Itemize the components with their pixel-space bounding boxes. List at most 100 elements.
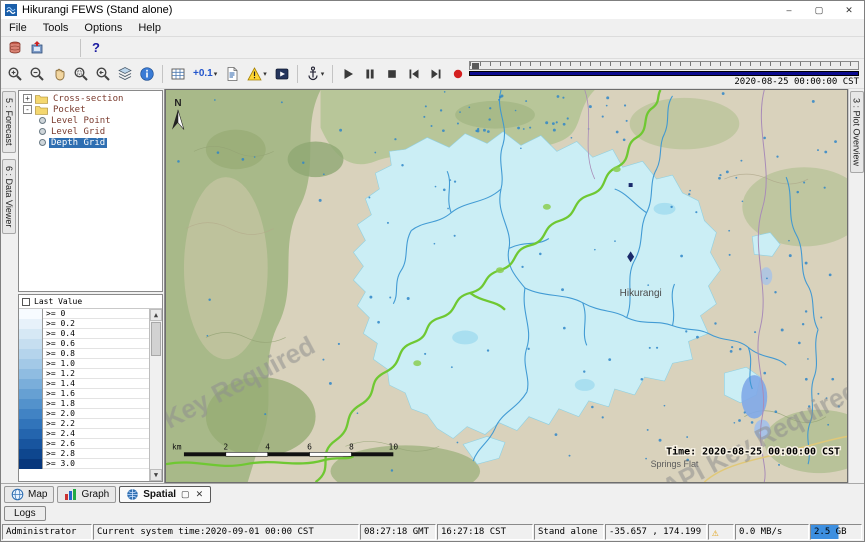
menu-tools[interactable]: Tools bbox=[35, 20, 77, 36]
tree-expander-icon[interactable]: + bbox=[23, 94, 32, 103]
tree-expander-icon[interactable]: - bbox=[23, 105, 32, 114]
folder-icon bbox=[35, 105, 48, 115]
threshold-dropdown[interactable]: +0.1 ▾ bbox=[189, 64, 221, 84]
legend-item[interactable]: >= 0.2 bbox=[19, 319, 149, 329]
legend-swatch bbox=[19, 369, 43, 379]
stop-button[interactable] bbox=[381, 64, 403, 84]
legend-label: >= 2.4 bbox=[43, 429, 75, 438]
timeline-slider[interactable] bbox=[469, 61, 859, 70]
status-alert[interactable]: ⚠ bbox=[708, 524, 734, 540]
legend-label: >= 0.6 bbox=[43, 339, 75, 348]
timeline-thumb[interactable] bbox=[472, 63, 479, 69]
legend-item[interactable]: >= 0.6 bbox=[19, 339, 149, 349]
scale-tick-label: 8 bbox=[349, 442, 354, 451]
grid-icon bbox=[170, 66, 186, 82]
legend-item[interactable]: >= 2.4 bbox=[19, 429, 149, 439]
legend-scrollbar[interactable]: ▲ ▼ bbox=[149, 309, 162, 481]
globe-icon bbox=[11, 488, 24, 501]
legend-header-label: Last Value bbox=[34, 297, 82, 306]
view-tab-label: Map bbox=[28, 489, 47, 500]
side-tab-5-forecast[interactable]: 5 : Forecast bbox=[2, 91, 16, 153]
pan-button[interactable] bbox=[48, 64, 70, 84]
help-button[interactable]: ? bbox=[85, 38, 107, 58]
info-button[interactable] bbox=[136, 64, 158, 84]
legend-item[interactable]: >= 0.8 bbox=[19, 349, 149, 359]
legend-item[interactable]: >= 2.8 bbox=[19, 449, 149, 459]
timeline-range-bar[interactable] bbox=[469, 71, 859, 76]
side-tab-3-plot-overview[interactable]: 3 : Plot Overview bbox=[850, 91, 864, 173]
legend-item[interactable]: >= 1.2 bbox=[19, 369, 149, 379]
first-frame-button[interactable] bbox=[403, 64, 425, 84]
close-view-icon[interactable]: ✕ bbox=[195, 489, 205, 500]
record-button[interactable] bbox=[447, 64, 469, 84]
view-tab-bar: MapGraphSpatial▢✕ bbox=[1, 483, 864, 504]
legend-swatch bbox=[19, 419, 43, 429]
zoom-box-button[interactable] bbox=[70, 64, 92, 84]
legend-item[interactable]: >= 2.0 bbox=[19, 409, 149, 419]
last-value-checkbox[interactable] bbox=[22, 298, 30, 306]
legend-item[interactable]: >= 1.0 bbox=[19, 359, 149, 369]
scale-tick-label: 6 bbox=[307, 442, 312, 451]
layers-button[interactable] bbox=[114, 64, 136, 84]
legend-list: >= 0>= 0.2>= 0.4>= 0.6>= 0.8>= 1.0>= 1.2… bbox=[19, 309, 149, 481]
legend-item[interactable]: >= 1.6 bbox=[19, 389, 149, 399]
status-mode: Stand alone bbox=[534, 524, 604, 540]
pause-button[interactable] bbox=[359, 64, 381, 84]
map-toolbar: +0.1 ▾ ▾ bbox=[1, 59, 864, 89]
zoom-box-icon bbox=[73, 66, 89, 82]
zoom-previous-button[interactable] bbox=[92, 64, 114, 84]
legend-label: >= 2.6 bbox=[43, 439, 75, 448]
maximize-icon[interactable]: ▢ bbox=[804, 1, 834, 19]
close-icon[interactable]: ✕ bbox=[834, 1, 864, 19]
warning-dropdown[interactable]: ▾ bbox=[243, 64, 271, 84]
play-button[interactable] bbox=[337, 64, 359, 84]
restore-view-icon[interactable]: ▢ bbox=[180, 489, 191, 500]
map-viewport[interactable]: Hikurangi Springs Flat API Key Required … bbox=[165, 89, 848, 483]
status-bar: AdministratorCurrent system time:2020-09… bbox=[1, 523, 864, 541]
logs-row: Logs bbox=[1, 504, 864, 523]
zoom-out-button[interactable] bbox=[26, 64, 48, 84]
grid-display-button[interactable] bbox=[167, 64, 189, 84]
legend-item[interactable]: >= 1.8 bbox=[19, 399, 149, 409]
legend-item[interactable]: >= 0.4 bbox=[19, 329, 149, 339]
zoom-in-button[interactable] bbox=[4, 64, 26, 84]
legend-label: >= 2.8 bbox=[43, 449, 75, 458]
side-tab-6-data-viewer[interactable]: 6 : Data Viewer bbox=[2, 159, 16, 234]
menu-options[interactable]: Options bbox=[76, 20, 130, 36]
window-title: Hikurangi FEWS (Stand alone) bbox=[22, 4, 172, 16]
tree-item-pocket[interactable]: -Pocket bbox=[19, 104, 162, 115]
legend-item[interactable]: >= 2.2 bbox=[19, 419, 149, 429]
menu-help[interactable]: Help bbox=[130, 20, 169, 36]
scroll-down-icon[interactable]: ▼ bbox=[150, 469, 162, 481]
report-button[interactable] bbox=[221, 64, 243, 84]
zoom-out-icon bbox=[29, 66, 45, 82]
title-bar[interactable]: Hikurangi FEWS (Stand alone) – ▢ ✕ bbox=[1, 1, 864, 19]
legend-item[interactable]: >= 0 bbox=[19, 309, 149, 319]
minimize-icon[interactable]: – bbox=[774, 1, 804, 19]
logs-button[interactable]: Logs bbox=[4, 506, 46, 521]
view-tab-graph[interactable]: Graph bbox=[57, 486, 116, 503]
menu-file[interactable]: File bbox=[1, 20, 35, 36]
scroll-up-icon[interactable]: ▲ bbox=[150, 309, 162, 321]
database-button[interactable] bbox=[4, 38, 26, 58]
database-icon bbox=[7, 40, 23, 56]
animation-export-button[interactable] bbox=[271, 64, 293, 84]
profile-tool-dropdown[interactable]: ▾ bbox=[302, 64, 329, 84]
tree-item-depth-grid[interactable]: Depth Grid bbox=[19, 137, 162, 148]
movie-icon bbox=[274, 66, 290, 82]
view-tab-map[interactable]: Map bbox=[4, 486, 54, 503]
tree-item-level-point[interactable]: Level Point bbox=[19, 115, 162, 126]
status-memory: 2.5 GB bbox=[810, 524, 862, 540]
data-panel: +Cross-section-PocketLevel PointLevel Gr… bbox=[17, 89, 165, 483]
legend-item[interactable]: >= 3.0 bbox=[19, 459, 149, 469]
tree-item-level-grid[interactable]: Level Grid bbox=[19, 126, 162, 137]
last-frame-button[interactable] bbox=[425, 64, 447, 84]
legend-label: >= 2.0 bbox=[43, 409, 75, 418]
view-tab-spatial[interactable]: Spatial▢✕ bbox=[119, 486, 211, 503]
layers-icon bbox=[117, 66, 133, 82]
scrollbar-thumb[interactable] bbox=[151, 322, 161, 356]
legend-item[interactable]: >= 2.6 bbox=[19, 439, 149, 449]
import-button[interactable] bbox=[26, 38, 48, 58]
legend-item[interactable]: >= 1.4 bbox=[19, 379, 149, 389]
tree-item-cross-section[interactable]: +Cross-section bbox=[19, 93, 162, 104]
